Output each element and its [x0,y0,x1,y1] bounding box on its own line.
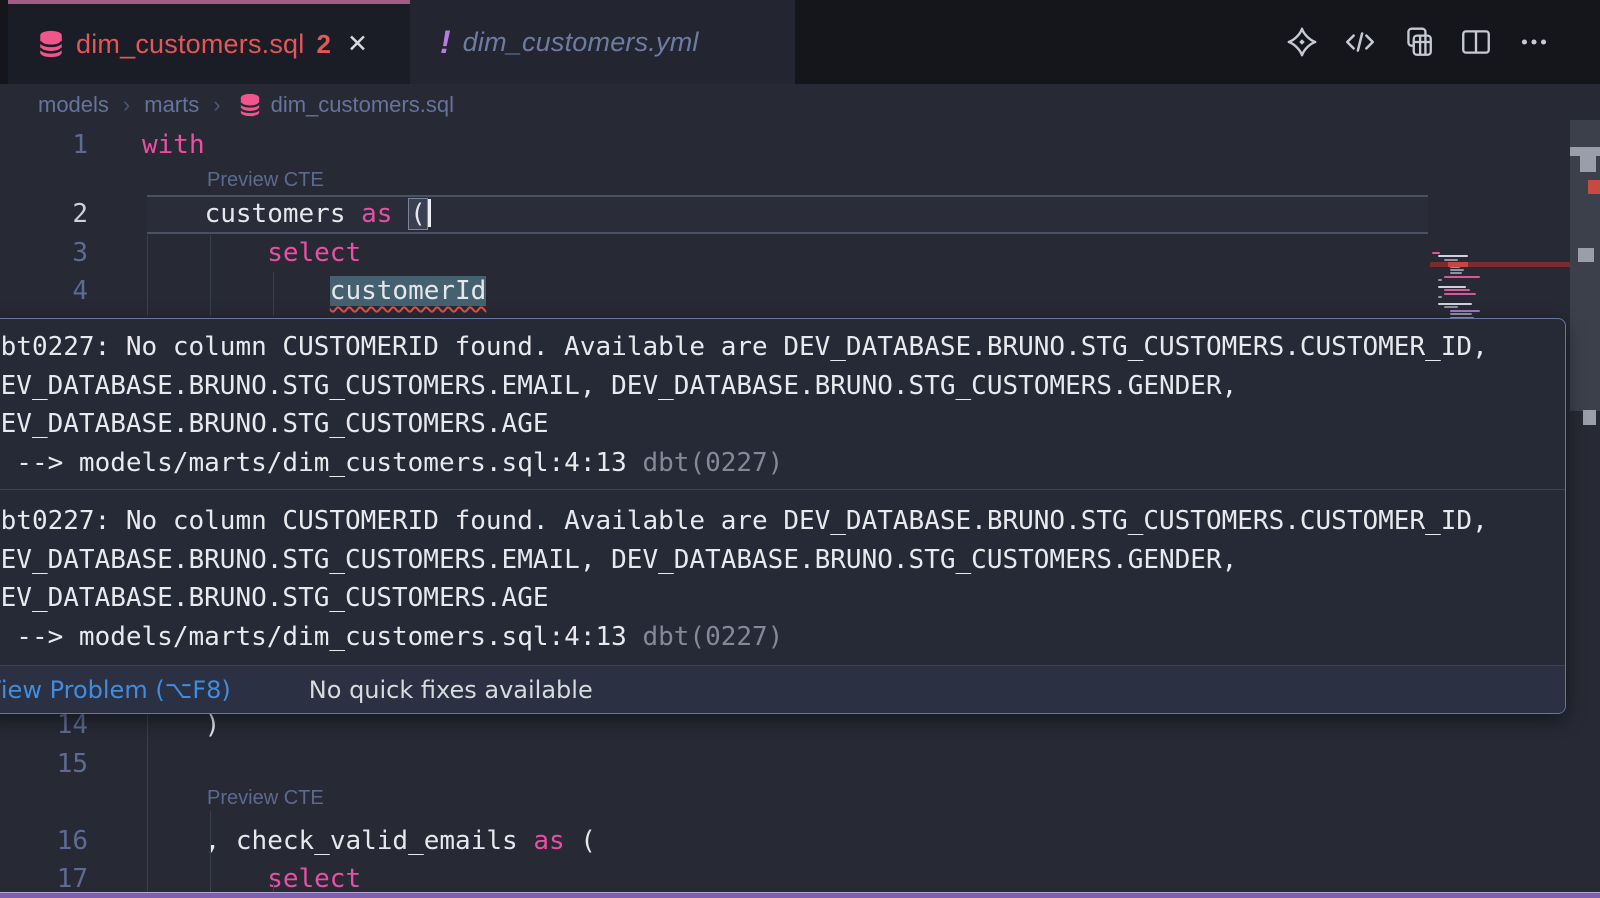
line-number: 16 [0,822,88,861]
minimap-line [1444,276,1480,278]
overview-ruler-mark [1588,180,1600,194]
compile-sql-icon[interactable] [1342,24,1378,60]
no-quick-fixes-label: No quick fixes available [309,676,593,704]
tab-dim-customers-yml[interactable]: ! dim_customers.yml [410,0,795,84]
warning-icon: ! [440,24,451,61]
minimap-line [1450,269,1464,271]
overview-ruler-mark [1583,410,1596,425]
diagnostic-source: dbt(0227) [642,448,783,478]
code-line[interactable]: customerId [330,272,487,311]
line-number: 15 [0,745,88,784]
code-line[interactable]: with [142,126,205,165]
matched-bracket: ( [408,198,428,230]
split-editor-icon[interactable] [1458,24,1494,60]
text-cursor [428,199,431,227]
minimap-line [1450,272,1462,274]
tab-filename: dim_customers.yml [463,27,699,58]
indent-guide [210,811,211,892]
breadcrumb: models › marts › dim_customers.sql [0,84,1600,126]
diagnostic-text: DEV_DATABASE.BRUNO.STG_CUSTOMERS.AGE [0,405,1559,444]
code-line[interactable]: customers as ( [205,195,431,234]
overview-ruler-mark [1578,248,1594,262]
minimap-line [1438,286,1466,288]
file-location: --> models/marts/dim_customers.sql:4:13 [0,622,642,652]
tab-bar: dim_customers.sql 2 ✕ ! dim_customers.ym… [0,0,1600,84]
minimap-error-line [1430,262,1570,267]
line-number: 1 [0,126,88,165]
minimap-line [1450,310,1480,312]
minimap-line [1432,252,1440,254]
dbt-power-user-icon[interactable] [1284,24,1320,60]
indent-guide [147,714,148,892]
diagnostic-hover-popup: dbt0227: No column CUSTOMERID found. Ava… [0,318,1566,714]
tab-filename: dim_customers.sql [76,29,304,60]
minimap-line [1438,303,1472,305]
minimap-line [1438,255,1468,257]
overview-ruler-mark [1580,156,1596,172]
diagnostic-text: DEV_DATABASE.BRUNO.STG_CUSTOMERS.EMAIL, … [0,367,1559,406]
minimap-line [1438,296,1442,298]
file-location: --> models/marts/dim_customers.sql:4:13 [0,448,642,478]
minimap-line [1444,259,1458,261]
more-actions-icon[interactable] [1516,24,1552,60]
diagnostic-message: dbt0227: No column CUSTOMERID found. Ava… [0,490,1565,665]
editor-window: dim_customers.sql 2 ✕ ! dim_customers.ym… [0,0,1600,898]
window-bottom-border [0,892,1600,898]
breadcrumb-file[interactable]: dim_customers.sql [271,92,454,118]
diagnostic-text: dbt0227: No column CUSTOMERID found. Ava… [0,328,1559,367]
diagnostic-location: --> models/marts/dim_customers.sql:4:13 … [0,618,1559,657]
minimap-line [1444,293,1476,295]
popup-status-bar: View Problem (⌥F8) No quick fixes availa… [0,665,1565,713]
database-icon [239,93,261,117]
preview-cte-codelens[interactable]: Preview CTE [207,165,324,196]
modified-count-badge: 2 [316,29,330,60]
code-line[interactable]: , check_valid_emails as ( [205,822,596,861]
chevron-right-icon: › [213,92,220,118]
minimap-line [1444,289,1470,291]
query-results-icon[interactable] [1400,24,1436,60]
close-icon[interactable]: ✕ [347,29,368,59]
diagnostic-text: dbt0227: No column CUSTOMERID found. Ava… [0,502,1559,541]
editor-actions-toolbar [1284,0,1552,84]
diagnostic-text: DEV_DATABASE.BRUNO.STG_CUSTOMERS.AGE [0,579,1559,618]
overview-ruler-mark [1570,147,1600,156]
view-problem-link[interactable]: View Problem (⌥F8) [0,676,231,704]
minimap-line [1450,313,1472,315]
error-token: customerId [330,276,487,306]
breadcrumb-marts[interactable]: marts [144,92,199,118]
minimap-line [1444,306,1458,308]
diagnostic-source: dbt(0227) [642,622,783,652]
indent-guide [210,235,211,316]
database-icon [38,30,64,58]
breadcrumb-models[interactable]: models [38,92,109,118]
tab-dim-customers-sql[interactable]: dim_customers.sql 2 ✕ [8,0,410,84]
line-number: 4 [0,272,88,311]
code-line[interactable]: select [267,234,361,273]
diagnostic-message: dbt0227: No column CUSTOMERID found. Ava… [0,319,1565,489]
chevron-right-icon: › [123,92,130,118]
line-number: 3 [0,234,88,273]
minimap-line [1438,279,1442,281]
indent-guide [147,235,148,316]
line-number: 2 [0,195,88,234]
preview-cte-codelens[interactable]: Preview CTE [207,783,324,814]
diagnostic-text: DEV_DATABASE.BRUNO.STG_CUSTOMERS.EMAIL, … [0,541,1559,580]
diagnostic-location: --> models/marts/dim_customers.sql:4:13 … [0,444,1559,483]
indent-guide [273,272,274,316]
